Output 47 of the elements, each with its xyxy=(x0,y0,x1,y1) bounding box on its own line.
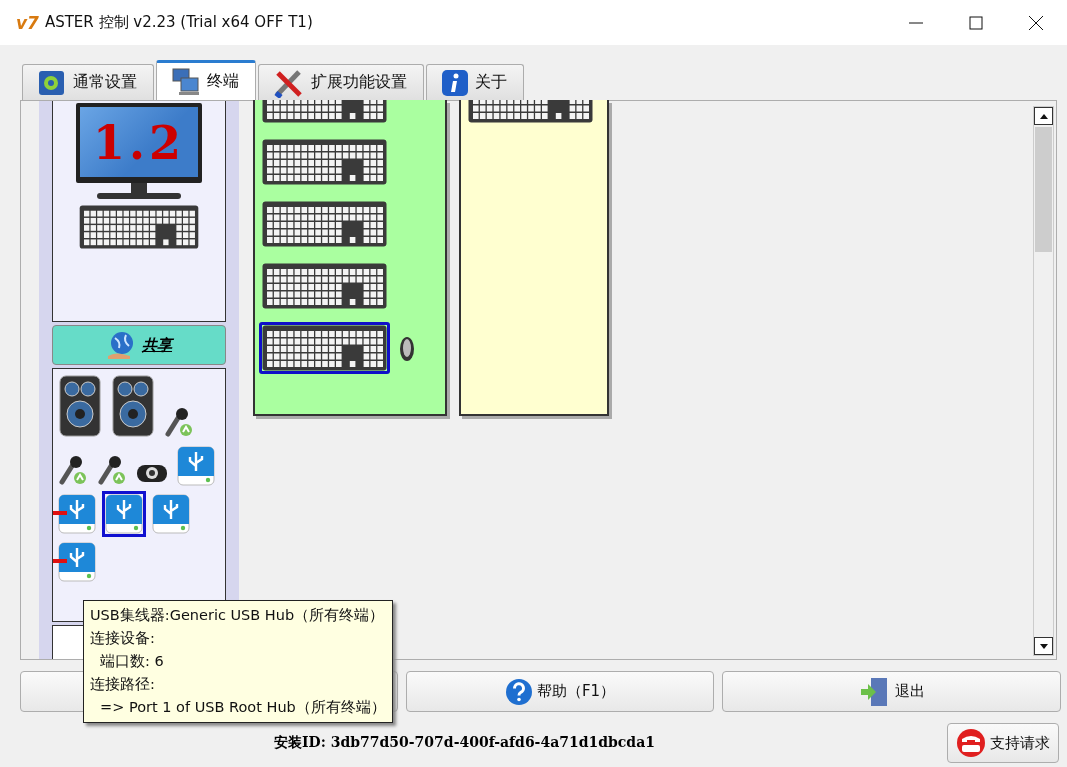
share-button[interactable]: 共享 xyxy=(52,325,226,365)
window-title: ASTER 控制 v2.23 (Trial x64 OFF T1) xyxy=(44,13,313,32)
monitor-stand-icon xyxy=(94,183,184,201)
app-logo: v7 xyxy=(16,12,39,33)
device-item[interactable] xyxy=(102,491,146,537)
tooltip-line: USB集线器:Generic USB Hub（所有终端） xyxy=(90,606,386,625)
tab[interactable]: 扩展功能设置 xyxy=(258,64,424,100)
info-icon xyxy=(441,68,469,97)
keyboard-icon xyxy=(262,325,387,371)
exit-button[interactable]: 退出 xyxy=(722,671,1061,712)
usb-drive-icon xyxy=(177,446,215,486)
tab[interactable]: 终端 xyxy=(156,60,256,100)
keyboard-icon xyxy=(78,205,200,249)
close-icon[interactable] xyxy=(1029,15,1043,30)
terminal-number: 1.2 xyxy=(76,103,202,183)
scroll-down-icon[interactable] xyxy=(1039,643,1048,649)
mouse-icon xyxy=(399,334,415,362)
help-icon xyxy=(504,677,533,706)
tab[interactable]: 关于 xyxy=(426,64,524,100)
microphone-icon xyxy=(97,454,127,486)
maximize-icon[interactable] xyxy=(969,15,983,30)
help-button[interactable]: 帮助（F1） xyxy=(406,671,714,712)
computers-icon xyxy=(171,66,201,97)
tooltip-line: 端口数: 6 xyxy=(99,652,165,671)
globe-icon xyxy=(106,330,136,360)
tab[interactable]: 通常设置 xyxy=(22,64,154,100)
usb-drive-icon xyxy=(105,494,143,534)
keyboard-icon xyxy=(262,263,387,309)
tooltip-line: => Port 1 of USB Root Hub（所有终端） xyxy=(99,698,386,717)
usb-drive-icon xyxy=(58,542,96,582)
tooltip-line: 连接设备: xyxy=(90,629,156,648)
scroll-up-icon[interactable] xyxy=(1039,113,1048,119)
usb-drive-icon xyxy=(152,494,190,534)
usb-drive-icon xyxy=(58,494,96,534)
sos-phone-icon xyxy=(956,728,986,758)
keyboard-icon xyxy=(262,139,387,185)
microphone-icon xyxy=(164,406,194,438)
keyboard-item[interactable] xyxy=(259,322,390,374)
microphone-icon xyxy=(58,454,88,486)
speaker-icon xyxy=(111,374,155,438)
scrollbar[interactable] xyxy=(1033,106,1054,656)
support-button[interactable]: 支持请求 xyxy=(947,723,1059,763)
install-id: 安装ID: 3db77d50-707d-400f-afd6-4a71d1dbcda1 xyxy=(274,734,655,752)
tooltip-line: 连接路径: xyxy=(90,675,156,694)
speaker-icon xyxy=(58,374,102,438)
keyboard-icon xyxy=(262,201,387,247)
scrollbar-thumb[interactable] xyxy=(1035,127,1052,252)
